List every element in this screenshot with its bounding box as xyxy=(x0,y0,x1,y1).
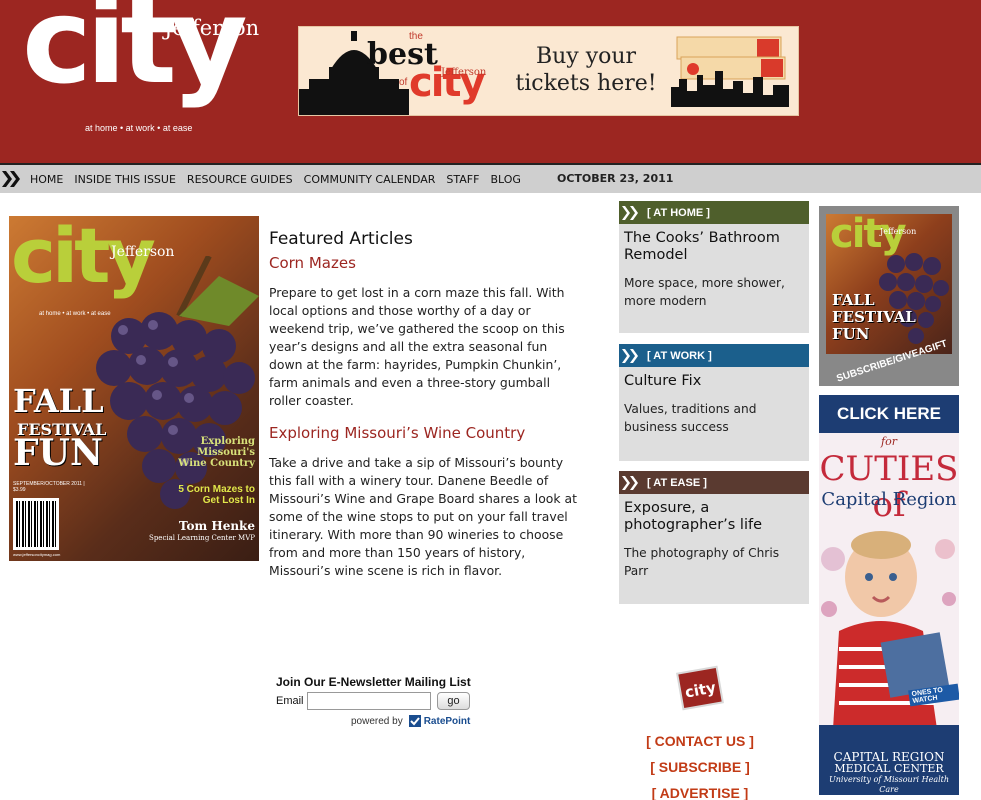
footer-links: [ CONTACT US ] [ SUBSCRIBE ] [ ADVERTISE… xyxy=(610,728,790,800)
nav-staff[interactable]: STAFF xyxy=(446,173,479,186)
cuties-title: CUTIES of xyxy=(819,449,959,525)
card-label-at-work: [ AT WORK ] xyxy=(647,349,712,362)
cover-jefferson: Jefferson xyxy=(111,244,175,260)
card-at-home[interactable]: [ AT HOME ] The Cooks’ Bathroom Remodel … xyxy=(619,201,809,333)
cover-fun: FUN xyxy=(13,432,103,474)
cuties-for: for xyxy=(881,435,897,448)
cuties-ad[interactable]: CLICK HERE for CUTIES of Capital Region … xyxy=(819,395,959,795)
cuties-region: Capital Region xyxy=(821,489,957,510)
featured-articles: Featured Articles Corn Mazes Prepare to … xyxy=(269,228,579,580)
nav-blog[interactable]: BLOG xyxy=(490,173,520,186)
featured-heading: Featured Articles xyxy=(269,229,413,249)
logo-wordmark: city xyxy=(22,0,248,110)
card-desc-at-work: Values, traditions and business success xyxy=(624,402,757,434)
nav-community-calendar[interactable]: COMMUNITY CALENDAR xyxy=(304,173,436,186)
magazine-cover[interactable]: city Jefferson at home • at work • at ea… xyxy=(9,216,259,561)
cover-headline-mvp: Special Learning Center MVP xyxy=(149,534,255,542)
article-title-wine-country[interactable]: Exploring Missouri’s Wine Country xyxy=(269,422,579,444)
banner-the: the xyxy=(409,31,423,42)
double-chevron-icon xyxy=(622,475,638,490)
issue-date: OCTOBER 23, 2011 xyxy=(557,172,674,185)
article-title-corn-mazes[interactable]: Corn Mazes xyxy=(269,252,579,274)
card-at-ease[interactable]: [ AT EASE ] Exposure, a photographer’s l… xyxy=(619,471,809,604)
subscribe-fall-fun: FALL FESTIVAL FUN xyxy=(832,291,916,343)
cover-tagline: at home • at work • at ease xyxy=(39,311,111,317)
subscribe-gift-box[interactable]: city Jefferson FALL FESTIVAL FUN SUBSCRI… xyxy=(819,206,959,386)
banner-cta: Buy your tickets here! xyxy=(515,44,657,96)
powered-by-label: powered by xyxy=(351,715,403,727)
card-desc-at-ease: The photography of Chris Parr xyxy=(624,546,780,578)
main-nav: HOME INSIDE THIS ISSUE RESOURCE GUIDES C… xyxy=(0,163,981,193)
newsletter-signup: Join Our E-Newsletter Mailing List Email… xyxy=(276,675,486,727)
cover-headline-mazes: 5 Corn Mazes to Get Lost In xyxy=(178,484,255,506)
powered-by: powered by RatePoint xyxy=(351,715,486,727)
card-title-at-work[interactable]: Culture Fix xyxy=(624,373,804,390)
banner-jefferson: Jefferson xyxy=(441,67,487,78)
card-header-at-ease: [ AT EASE ] xyxy=(619,471,809,494)
card-title-at-home[interactable]: The Cooks’ Bathroom Remodel xyxy=(624,230,804,264)
ratepoint-name[interactable]: RatePoint xyxy=(424,716,471,727)
advertise-link[interactable]: [ ADVERTISE ] xyxy=(610,780,790,800)
site-logo[interactable]: city Jefferson at home • at work • at ea… xyxy=(22,0,262,144)
cover-issue-line: SEPTEMBER/OCTOBER 2011 | $3.99 xyxy=(13,481,85,493)
logo-tagline: at home • at work • at ease xyxy=(85,123,193,133)
subscribe-jefferson: Jefferson xyxy=(880,227,917,236)
article-body-corn-mazes: Prepare to get lost in a corn maze this … xyxy=(269,285,565,408)
sponsor-line-2: MEDICAL CENTER xyxy=(834,762,944,775)
newsletter-title: Join Our E-Newsletter Mailing List xyxy=(276,675,471,689)
double-chevron-icon xyxy=(622,348,638,363)
cover-headline-wine: Exploring Missouri's Wine Country xyxy=(178,436,255,469)
article-body-wine-country: Take a drive and take a sip of Missouri’… xyxy=(269,455,577,578)
card-at-work[interactable]: [ AT WORK ] Culture Fix Values, traditio… xyxy=(619,344,809,461)
barcode-icon xyxy=(13,498,59,550)
cover-headline-name: Tom Henke xyxy=(178,519,255,533)
sponsor-line-3: University of Missouri Health Care xyxy=(828,775,950,794)
card-label-at-ease: [ AT EASE ] xyxy=(647,476,707,489)
best-of-city-banner[interactable]: best the of city Jefferson Buy your tick… xyxy=(298,26,799,116)
cover-url: www.jeffersoncitymag.com xyxy=(13,552,61,557)
nav-home[interactable]: HOME xyxy=(30,173,63,186)
sponsor-logo: CAPITAL REGION MEDICAL CENTER University… xyxy=(819,725,959,795)
card-label-at-home: [ AT HOME ] xyxy=(647,206,710,219)
click-here-button[interactable]: CLICK HERE xyxy=(819,395,959,433)
city-badge-icon: city xyxy=(676,665,724,711)
double-chevron-icon xyxy=(2,171,20,187)
subscribe-cover-image: city Jefferson FALL FESTIVAL FUN xyxy=(826,214,952,354)
email-field[interactable] xyxy=(307,692,431,710)
nav-inside-this-issue[interactable]: INSIDE THIS ISSUE xyxy=(74,173,176,186)
subscribe-link[interactable]: [ SUBSCRIBE ] xyxy=(610,754,790,780)
banner-of: of xyxy=(399,77,408,88)
logo-jefferson: Jefferson xyxy=(164,16,260,40)
card-desc-at-home: More space, more shower, more modern xyxy=(624,276,785,308)
nav-resource-guides[interactable]: RESOURCE GUIDES xyxy=(187,173,293,186)
contact-us-link[interactable]: [ CONTACT US ] xyxy=(610,728,790,754)
cover-fall: FALL xyxy=(13,382,104,420)
email-label: Email xyxy=(276,695,304,707)
go-button[interactable]: go xyxy=(437,692,470,710)
card-title-at-ease[interactable]: Exposure, a photographer’s life xyxy=(624,500,804,534)
card-header-at-home: [ AT HOME ] xyxy=(619,201,809,224)
double-chevron-icon xyxy=(622,205,638,220)
site-header: city Jefferson at home • at work • at ea… xyxy=(0,0,981,163)
card-header-at-work: [ AT WORK ] xyxy=(619,344,809,367)
ratepoint-check-icon xyxy=(408,715,421,727)
tickets-skyline-icon xyxy=(671,36,789,107)
